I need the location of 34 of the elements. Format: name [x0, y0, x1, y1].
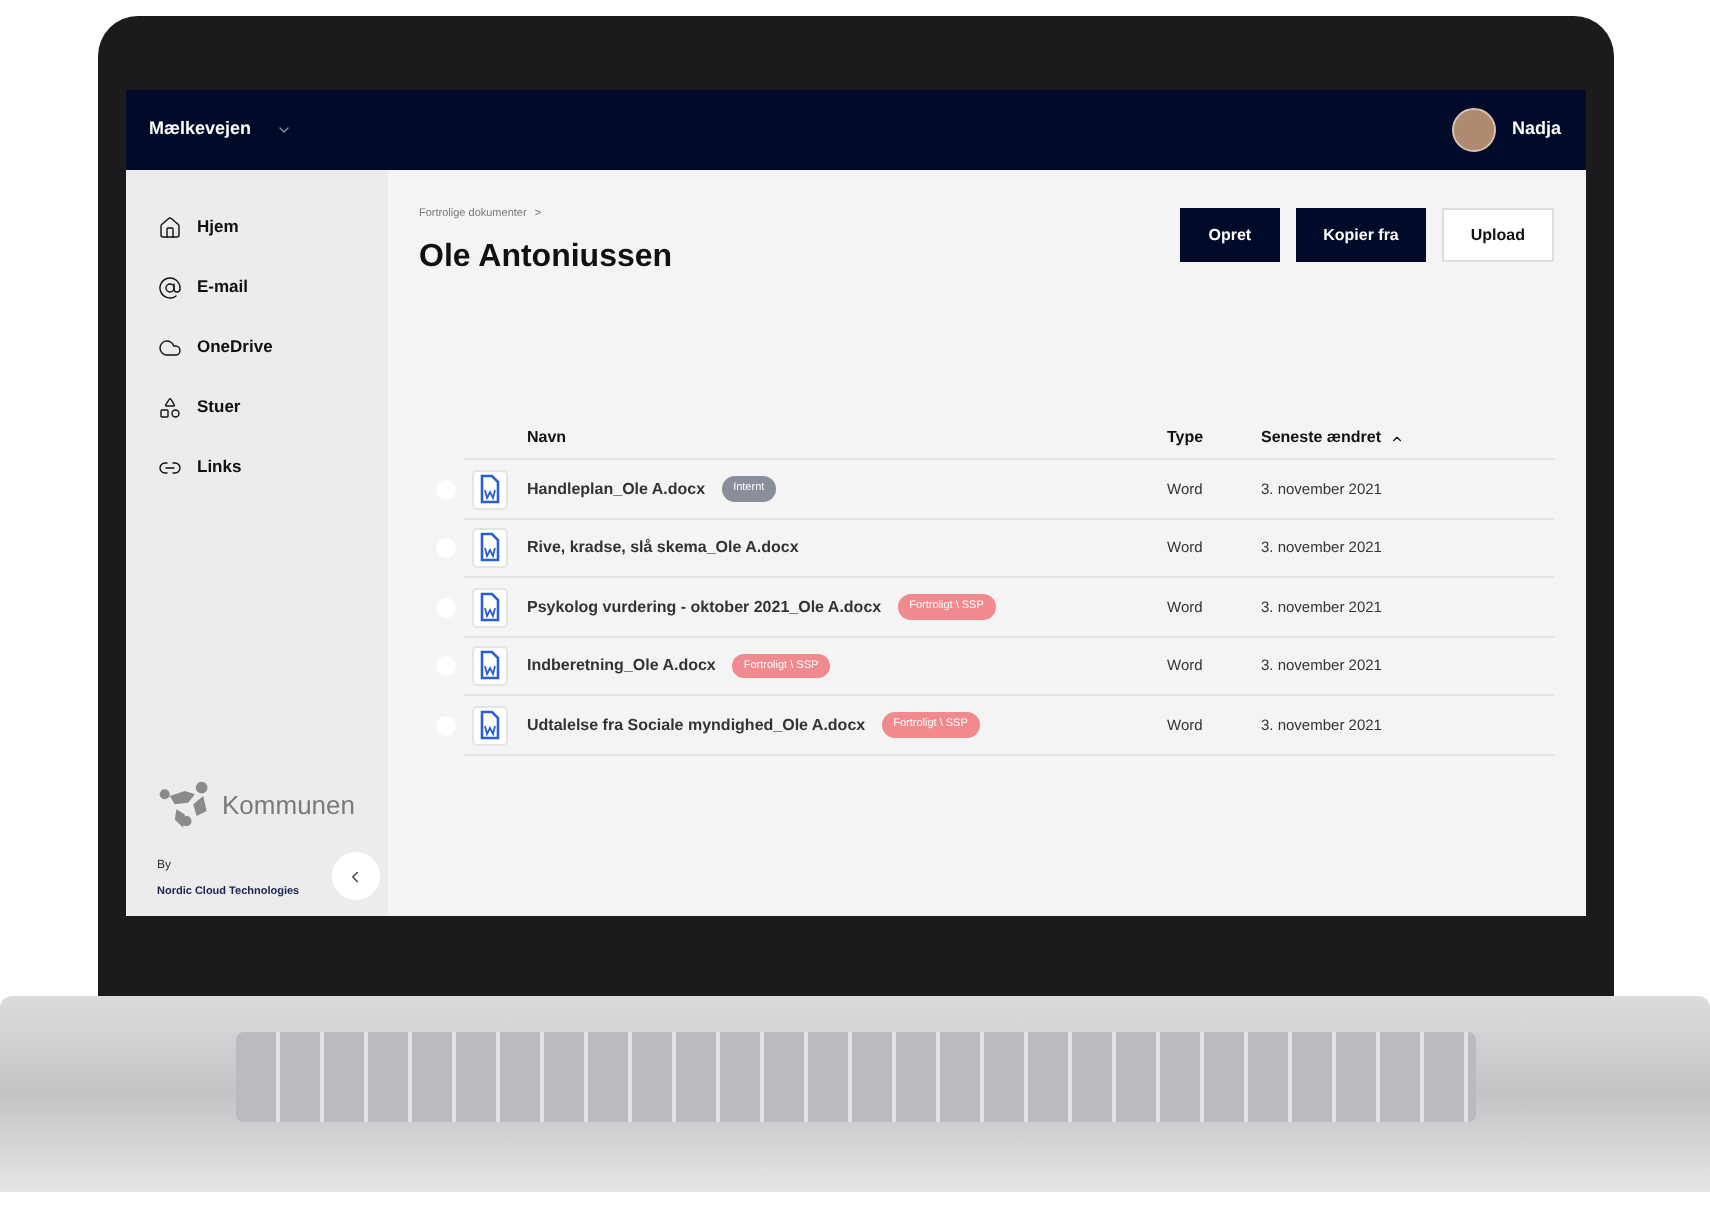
- workspace-name[interactable]: Mælkevejen: [149, 116, 252, 144]
- user-name[interactable]: Nadja: [1511, 116, 1561, 144]
- column-header[interactable]: Type: [1167, 426, 1261, 451]
- sidebar-item[interactable]: Hjem: [157, 210, 355, 244]
- document-icon: [471, 646, 507, 686]
- sidebar-item[interactable]: E-mail: [157, 270, 355, 304]
- collapse-button[interactable]: [331, 852, 379, 900]
- document-icon: [471, 705, 507, 745]
- document-icon: [471, 587, 507, 627]
- document-icon: [471, 469, 507, 509]
- column-header[interactable]: Seneste ændret: [1261, 426, 1404, 451]
- chevron-left-icon: [346, 867, 364, 885]
- action-button[interactable]: Opret: [1180, 208, 1280, 262]
- logo-text: Kommunen: [222, 788, 355, 825]
- file-name[interactable]: Handleplan_Ole A.docx: [527, 477, 706, 501]
- document-icon: [471, 528, 507, 568]
- shapes-icon: [157, 395, 181, 419]
- file-name[interactable]: Udtalelse fra Sociale myndighed_Ole A.docx: [527, 713, 866, 737]
- file-name[interactable]: Psykolog vurdering - oktober 2021_Ole A.docx: [527, 595, 882, 619]
- sort-up-icon: [1389, 431, 1404, 446]
- action-button[interactable]: Kopier fra: [1295, 208, 1427, 262]
- avatar[interactable]: [1451, 108, 1496, 152]
- at-icon: [157, 275, 181, 299]
- column-header[interactable]: Navn: [527, 426, 1167, 451]
- action-button[interactable]: Upload: [1442, 208, 1553, 262]
- sidebar-item[interactable]: Links: [157, 450, 355, 484]
- chevron-down-icon[interactable]: [275, 122, 292, 138]
- file-name[interactable]: Rive, kradse, slå skema_Ole A.docx: [527, 536, 799, 560]
- sidebar-item[interactable]: Stuer: [157, 390, 355, 424]
- sidebar-item[interactable]: OneDrive: [157, 330, 355, 364]
- home-icon: [157, 215, 181, 239]
- file-name[interactable]: Indberetning_Ole A.docx: [527, 654, 716, 678]
- page-title: Ole Antoniussen: [419, 238, 673, 279]
- cloud-icon: [157, 335, 181, 359]
